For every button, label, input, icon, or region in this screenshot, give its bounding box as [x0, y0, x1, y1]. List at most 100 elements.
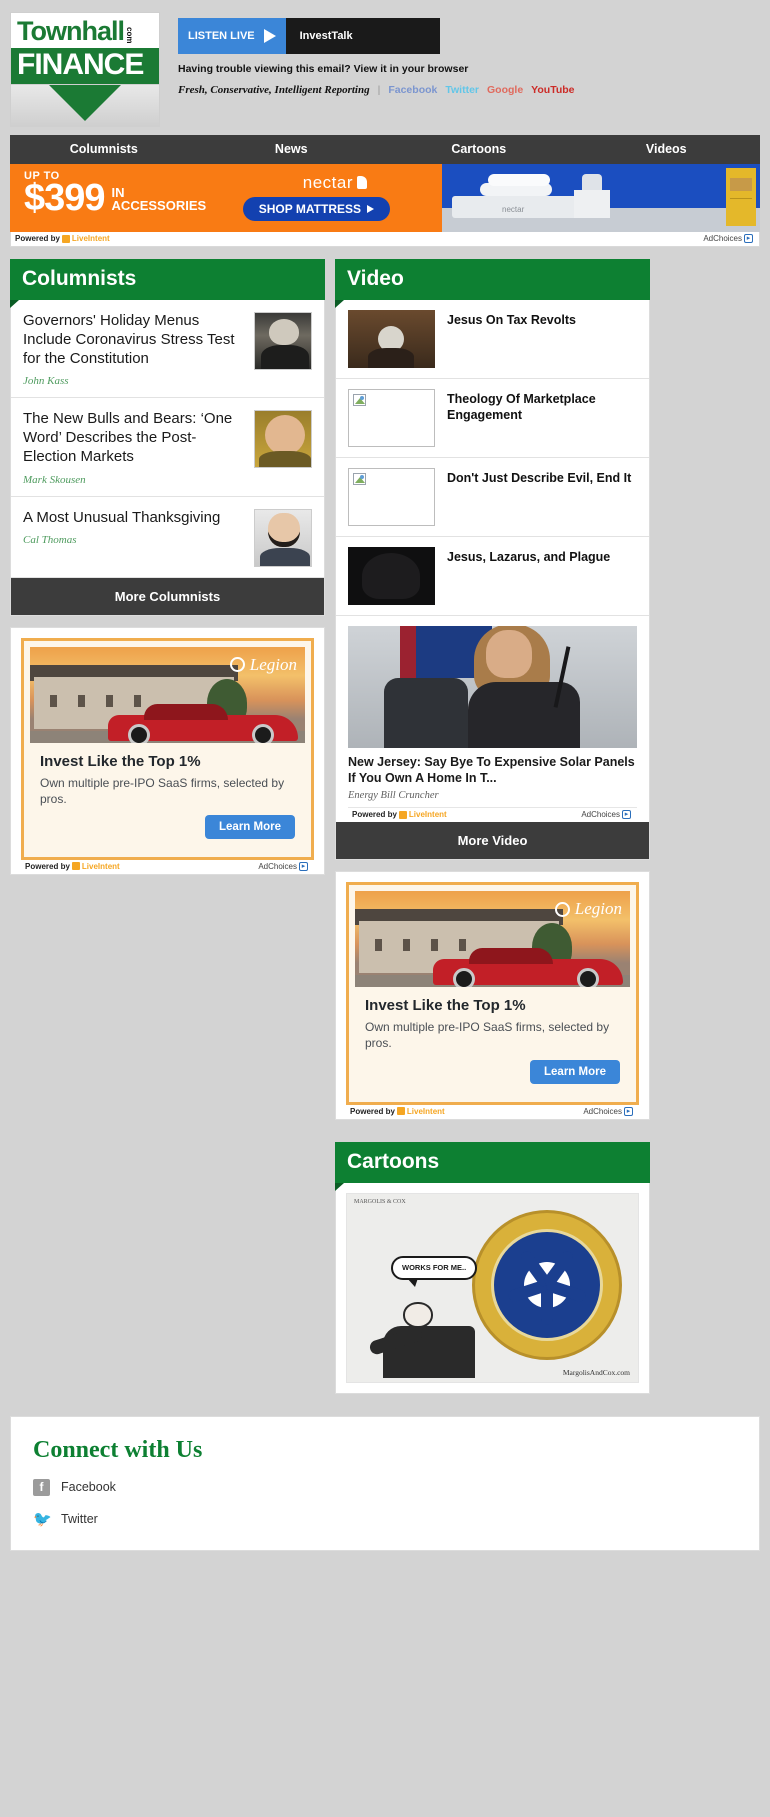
- top-ad-in-label: IN: [111, 184, 125, 200]
- top-ad-price: $399: [24, 177, 106, 219]
- video-item-3[interactable]: Don't Just Describe Evil, End It: [336, 458, 649, 537]
- social-link-facebook[interactable]: Facebook: [388, 84, 437, 96]
- legion-ad-left[interactable]: Legion Invest Like the Top 1% Own multip…: [10, 626, 325, 875]
- legion-ad-frame-left: Legion Invest Like the Top 1% Own multip…: [21, 637, 314, 860]
- header-right-column: LISTEN LIVE InvestTalk Having trouble vi…: [178, 12, 575, 127]
- legion-window: [403, 939, 410, 952]
- video-thumbnail-3[interactable]: [348, 468, 435, 526]
- logo-com-text: com: [125, 26, 134, 43]
- legion-ad-right[interactable]: Legion Invest Like the Top 1% Own multip…: [335, 871, 650, 1120]
- top-ad-offer-panel: UP TO $399 IN ACCESSORIES nectar SHOP MA…: [10, 164, 442, 232]
- legion-ring-icon: [229, 657, 245, 672]
- more-columnists-button[interactable]: More Columnists: [11, 577, 324, 615]
- story-title-3[interactable]: A Most Unusual Thanksgiving: [23, 509, 244, 528]
- legion-learn-more-button-right[interactable]: Learn More: [530, 1059, 620, 1084]
- video-thumbnail-2[interactable]: [348, 389, 435, 447]
- video-title-2[interactable]: Theology Of Marketplace Engagement: [447, 389, 637, 424]
- nav-item-videos[interactable]: Videos: [573, 135, 761, 164]
- adchoices-label-right: AdChoices: [583, 1106, 622, 1116]
- legion-body-text-right: Own multiple pre-IPO SaaS firms, selecte…: [365, 1020, 610, 1051]
- adchoices-link-right[interactable]: AdChoices ▸: [583, 1106, 633, 1116]
- nav-item-cartoons[interactable]: Cartoons: [385, 135, 573, 164]
- story-text-2: The New Bulls and Bears: ‘One Word’ Desc…: [23, 410, 244, 485]
- nav-item-columnists[interactable]: Columnists: [10, 135, 198, 164]
- liveintent-icon: [396, 1107, 405, 1116]
- left-column: Columnists Governors' Holiday Menus Incl…: [10, 259, 325, 875]
- video-section-heading: Video: [335, 259, 650, 308]
- page-header: Townhall com FINANCE LISTEN LIVE InvestTa…: [0, 0, 770, 127]
- columnist-story-2[interactable]: The New Bulls and Bears: ‘One Word’ Desc…: [11, 398, 324, 497]
- top-banner-ad-creative[interactable]: UP TO $399 IN ACCESSORIES nectar SHOP MA…: [10, 164, 760, 232]
- view-in-browser-text[interactable]: Having trouble viewing this email? View …: [178, 63, 575, 75]
- video-ad-source: Energy Bill Cruncher: [348, 790, 637, 809]
- video-ad-title[interactable]: New Jersey: Say Bye To Expensive Solar P…: [348, 755, 637, 786]
- columnists-panel: Governors' Holiday Menus Include Coronav…: [10, 300, 325, 616]
- shop-mattress-button[interactable]: SHOP MATTRESS: [242, 197, 390, 221]
- social-link-youtube[interactable]: YouTube: [531, 84, 574, 96]
- video-title-1[interactable]: Jesus On Tax Revolts: [447, 310, 576, 328]
- legion-ad-body-right: Invest Like the Top 1% Own multiple pre-…: [355, 987, 630, 1096]
- site-logo[interactable]: Townhall com FINANCE: [10, 12, 160, 127]
- video-thumbnail-4[interactable]: [348, 547, 435, 605]
- shop-mattress-label: SHOP MATTRESS: [258, 202, 361, 216]
- cartoon-figure: [368, 1301, 487, 1378]
- cartoon-image[interactable]: MARGOLIS & COX WORKS FOR ME.. MargolisAn…: [346, 1192, 639, 1383]
- legion-sportscar: [108, 703, 298, 743]
- legion-ad-image-left: Legion: [30, 646, 305, 743]
- story-title-1[interactable]: Governors' Holiday Menus Include Coronav…: [23, 312, 244, 368]
- story-author-1: John Kass: [23, 375, 69, 388]
- footer-link-twitter-label: Twitter: [61, 1512, 98, 1527]
- video-thumbnail-1[interactable]: [348, 310, 435, 368]
- legion-body-text-left: Own multiple pre-IPO SaaS firms, selecte…: [40, 775, 285, 806]
- video-title-3[interactable]: Don't Just Describe Evil, End It: [447, 468, 631, 486]
- listen-live-bar[interactable]: LISTEN LIVE InvestTalk: [178, 18, 440, 54]
- video-item-4[interactable]: Jesus, Lazarus, and Plague: [336, 537, 649, 616]
- columnist-story-3[interactable]: A Most Unusual Thanksgiving Cal Thomas: [11, 497, 324, 578]
- top-banner-ad[interactable]: UP TO $399 IN ACCESSORIES nectar SHOP MA…: [10, 164, 760, 247]
- adchoices-link-video[interactable]: AdChoices ▸: [581, 810, 631, 820]
- footer-link-facebook-label: Facebook: [61, 1480, 116, 1495]
- video-sponsored-ad[interactable]: New Jersey: Say Bye To Expensive Solar P…: [336, 616, 649, 823]
- adchoices-link-left[interactable]: AdChoices ▸: [258, 861, 308, 871]
- listen-live-label: LISTEN LIVE: [188, 30, 255, 42]
- legion-window: [431, 939, 438, 952]
- footer-heading: Connect with Us: [33, 1436, 203, 1463]
- nav-item-news[interactable]: News: [198, 135, 386, 164]
- listen-live-button[interactable]: LISTEN LIVE: [178, 18, 286, 54]
- logo-townhall-text: Townhall: [17, 16, 125, 46]
- legion-window: [106, 694, 113, 707]
- adchoices-icon: ▸: [744, 234, 753, 243]
- adchoices-link[interactable]: AdChoices ▸: [703, 234, 753, 243]
- divider: |: [377, 84, 381, 96]
- footer-link-facebook[interactable]: f Facebook: [33, 1478, 737, 1496]
- video-ad-chair: [384, 678, 468, 748]
- columnist-story-1[interactable]: Governors' Holiday Menus Include Coronav…: [11, 300, 324, 399]
- facebook-icon: f: [33, 1478, 50, 1496]
- email-newsletter-page: Townhall com FINANCE LISTEN LIVE InvestTa…: [0, 0, 770, 1561]
- top-ad-accessories-label: IN ACCESSORIES: [112, 186, 207, 216]
- story-author-2: Mark Skousen: [23, 473, 86, 486]
- nectar-logo-text: nectar: [302, 173, 353, 192]
- chevron-right-icon: [367, 205, 374, 213]
- video-panel: Jesus On Tax Revolts Theology Of Marketp…: [335, 300, 650, 861]
- more-video-button[interactable]: More Video: [336, 822, 649, 860]
- cartoons-panel[interactable]: MARGOLIS & COX WORKS FOR ME.. MargolisAn…: [335, 1182, 650, 1394]
- video-ad-person-face: [486, 630, 532, 678]
- footer-link-twitter[interactable]: 🐦 Twitter: [33, 1511, 737, 1528]
- down-arrow-icon: [47, 83, 123, 121]
- story-title-2[interactable]: The New Bulls and Bears: ‘One Word’ Desc…: [23, 410, 244, 466]
- photo-pillow-upper: [488, 174, 550, 186]
- powered-by-group: Powered by LiveIntent: [15, 234, 110, 243]
- social-link-google[interactable]: Google: [487, 84, 523, 96]
- social-link-twitter[interactable]: Twitter: [445, 84, 479, 96]
- video-item-1[interactable]: Jesus On Tax Revolts: [336, 300, 649, 379]
- legion-learn-more-button-left[interactable]: Learn More: [205, 814, 295, 839]
- legion-wheel: [453, 968, 475, 988]
- nectar-logo: nectar: [303, 173, 367, 193]
- video-item-2[interactable]: Theology Of Marketplace Engagement: [336, 379, 649, 458]
- logo-finance-text: FINANCE: [17, 48, 144, 81]
- legion-disclosure-right: Powered by LiveIntent AdChoices ▸: [346, 1104, 639, 1119]
- video-title-4[interactable]: Jesus, Lazarus, and Plague: [447, 547, 610, 565]
- twitter-icon: 🐦: [33, 1510, 52, 1528]
- logo-finance-band: FINANCE: [11, 48, 159, 84]
